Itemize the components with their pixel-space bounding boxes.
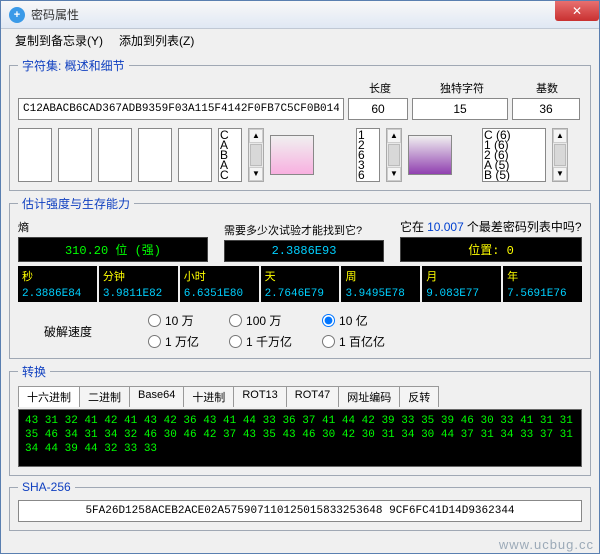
min-value: 3.9811E82 [99,286,178,302]
speed-radio-10y[interactable]: 10 亿 [322,312,385,329]
scroll-up-icon[interactable]: ▲ [553,129,567,143]
min-header: 分钟 [99,266,178,286]
scroll-up-icon[interactable]: ▲ [249,129,263,143]
histogram-slot-0 [18,128,52,182]
speed-radio-1qwy[interactable]: 1 千万亿 [229,333,292,350]
tab-decimal[interactable]: 十进制 [183,386,234,407]
titlebar: + 密码属性 ✕ [1,1,599,29]
hr-header: 小时 [180,266,259,286]
scroll-thumb[interactable] [250,144,262,166]
length-label: 长度 [348,80,412,96]
window-title: 密码属性 [31,6,79,23]
strength-group: 估计强度与生存能力 熵 310.20 位 (强) 需要多少次试验才能找到它? 2… [9,195,591,359]
sha-group: SHA-256 [9,480,591,531]
tab-hex[interactable]: 十六进制 [18,386,80,407]
unique-input[interactable] [412,98,508,120]
length-input[interactable] [348,98,408,120]
yr-header: 年 [503,266,582,286]
tab-binary[interactable]: 二进制 [79,386,130,407]
menubar: 复制到备忘录(Y) 添加到列表(Z) [1,29,599,51]
entropy-value: 310.20 位 (强) [18,237,208,262]
crack-speed-label: 破解速度 [18,323,118,340]
hex-output[interactable]: 43 31 32 41 42 41 43 42 36 43 41 44 33 3… [18,409,582,467]
scroll-down-icon[interactable]: ▼ [387,167,401,181]
worst-list-label: 它在 10.007 个最差密码列表中吗? [400,218,582,235]
speed-radio-10w[interactable]: 10 万 [148,312,199,329]
sha-value[interactable] [18,500,582,522]
crack-time-grid: 秒2.3886E84 分钟3.9811E82 小时6.6351E80 天2.76… [18,266,582,302]
sec-header: 秒 [18,266,97,286]
close-button[interactable]: ✕ [555,1,599,21]
convert-tabs: 十六进制 二进制 Base64 十进制 ROT13 ROT47 网址编码 反转 [18,386,582,407]
histogram-slot-2 [98,128,132,182]
scroll-up-icon[interactable]: ▲ [387,129,401,143]
tab-rot13[interactable]: ROT13 [233,386,286,407]
menu-add-list[interactable]: 添加到列表(Z) [113,30,200,51]
scroll-thumb[interactable] [554,144,566,166]
wk-value: 3.9495E78 [341,286,420,302]
password-input[interactable] [18,98,344,120]
day-value: 2.7646E79 [261,286,340,302]
convert-legend: 转换 [18,363,50,380]
hr-value: 6.6351E80 [180,286,259,302]
tab-reverse[interactable]: 反转 [399,386,439,407]
char-list-2[interactable]: 1 2 6 3 6 [356,128,380,182]
scrollbar-3[interactable]: ▲ ▼ [552,128,568,182]
entropy-label: 熵 [18,219,208,235]
sha-legend: SHA-256 [18,480,75,494]
scrollbar-1[interactable]: ▲ ▼ [248,128,264,182]
tries-value: 2.3886E93 [224,240,384,262]
color-swatch-2 [408,135,452,175]
scroll-down-icon[interactable]: ▼ [249,167,263,181]
tab-base64[interactable]: Base64 [129,386,184,407]
tab-rot47[interactable]: ROT47 [286,386,339,407]
yr-value: 7.5691E76 [503,286,582,302]
watermark: www.ucbug.cc [499,537,594,552]
strength-legend: 估计强度与生存能力 [18,195,134,212]
day-header: 天 [261,266,340,286]
scroll-thumb[interactable] [388,144,400,166]
scrollbar-2[interactable]: ▲ ▼ [386,128,402,182]
charset-legend: 字符集: 概述和细节 [18,57,129,74]
mo-value: 9.083E77 [422,286,501,302]
histogram-slot-1 [58,128,92,182]
speed-radio-100w[interactable]: 100 万 [229,312,292,329]
char-freq-list[interactable]: C (6) 1 (6) 2 (6) A (5) B (5) [482,128,546,182]
app-icon: + [9,7,25,23]
histogram-slot-3 [138,128,172,182]
speed-radio-1byy[interactable]: 1 百亿亿 [322,333,385,350]
menu-copy-memo[interactable]: 复制到备忘录(Y) [9,30,109,51]
radix-label: 基数 [512,80,582,96]
radix-input[interactable] [512,98,580,120]
sec-value: 2.3886E84 [18,286,97,302]
mo-header: 月 [422,266,501,286]
scroll-down-icon[interactable]: ▼ [553,167,567,181]
worst-list-position: 位置: 0 [400,237,582,262]
close-icon: ✕ [572,4,582,18]
char-list-1[interactable]: C A B A C [218,128,242,182]
convert-group: 转换 十六进制 二进制 Base64 十进制 ROT13 ROT47 网址编码 … [9,363,591,476]
wk-header: 周 [341,266,420,286]
color-swatch-1 [270,135,314,175]
speed-radio-1wy[interactable]: 1 万亿 [148,333,199,350]
tries-label: 需要多少次试验才能找到它? [224,222,384,238]
unique-label: 独特字符 [412,80,512,96]
charset-group: 字符集: 概述和细节 长度 独特字符 基数 C [9,57,591,191]
histogram-slot-4 [178,128,212,182]
tab-urlencode[interactable]: 网址编码 [338,386,400,407]
